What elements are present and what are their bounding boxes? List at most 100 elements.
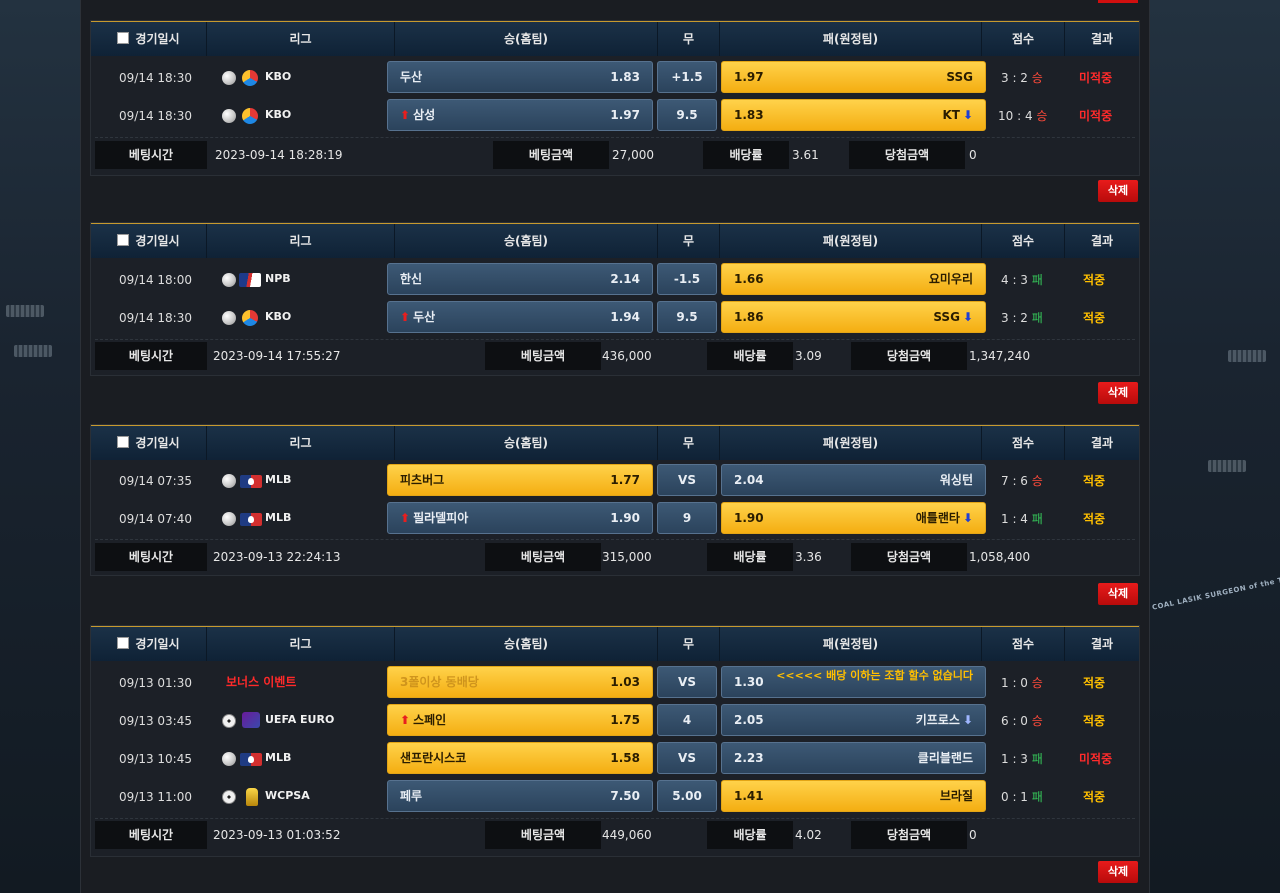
bet-amount-label: 베팅금액 xyxy=(485,342,601,370)
home-odds: 1.58 xyxy=(610,751,640,765)
header-away: 패(원정팀) xyxy=(720,426,982,460)
delete-button[interactable]: 삭제 xyxy=(1098,382,1138,404)
bet-slip: 경기일시 리그 승(홈팀) 무 패(원정팀) 점수 결과 09/13 01:30… xyxy=(90,625,1140,857)
select-all-checkbox[interactable] xyxy=(117,436,130,448)
kbo-logo-icon xyxy=(242,108,258,124)
game-date: 09/13 03:45 xyxy=(119,714,192,728)
home-team: 한신 xyxy=(400,272,423,286)
score: 1 : 4 패 xyxy=(1001,512,1043,526)
divider xyxy=(95,818,1135,820)
win-amount-value: 1,058,400 xyxy=(969,550,1031,564)
baseball-icon xyxy=(222,474,236,488)
draw-bet-button[interactable]: 9.5 xyxy=(657,99,717,131)
delete-button[interactable]: 삭제 xyxy=(1098,583,1138,605)
header-draw: 무 xyxy=(658,224,720,258)
win-amount-label: 당첨금액 xyxy=(851,543,967,571)
league-name: KBO xyxy=(265,310,292,323)
home-odds: 1.75 xyxy=(610,713,640,727)
delete-button-partial[interactable] xyxy=(1098,0,1138,3)
bet-time-value: 2023-09-14 18:28:19 xyxy=(215,148,343,162)
arrow-up-icon: ⬆ xyxy=(400,713,411,727)
draw-bet-button[interactable]: -1.5 xyxy=(657,263,717,295)
bet-amount-label: 베팅금액 xyxy=(493,141,609,169)
bet-slip: 경기일시 리그 승(홈팀) 무 패(원정팀) 점수 결과 09/14 18:30… xyxy=(90,20,1140,176)
home-bet-button[interactable]: 두산 1.83 xyxy=(387,61,653,93)
home-bet-button[interactable]: ⬆ 두산 1.94 xyxy=(387,301,653,333)
draw-bet-button[interactable]: 9 xyxy=(657,502,717,534)
away-bet-button[interactable]: 1.66 요미우리 xyxy=(721,263,986,295)
select-all-checkbox[interactable] xyxy=(117,32,130,44)
win-amount-label: 당첨금액 xyxy=(851,342,967,370)
away-bet-button[interactable]: 2.04 워싱턴 xyxy=(721,464,986,496)
draw-bet-button[interactable]: VS xyxy=(657,666,717,698)
away-odds: 1.41 xyxy=(734,789,764,803)
away-bet-button[interactable]: 1.83 KT ⬇ xyxy=(721,99,986,131)
score-tag: 승 xyxy=(1031,714,1043,728)
right-background xyxy=(1148,0,1280,893)
score-tag: 패 xyxy=(1031,790,1043,804)
score-tag: 승 xyxy=(1036,109,1048,123)
draw-bet-button[interactable]: 9.5 xyxy=(657,301,717,333)
home-team: ⬆ 두산 xyxy=(400,310,436,324)
bet-slip: 경기일시 리그 승(홈팀) 무 패(원정팀) 점수 결과 09/14 07:35… xyxy=(90,424,1140,576)
draw-bet-button[interactable]: +1.5 xyxy=(657,61,717,93)
baseball-icon xyxy=(222,512,236,526)
kbo-logo-icon xyxy=(242,310,258,326)
delete-button[interactable]: 삭제 xyxy=(1098,180,1138,202)
home-bet-button[interactable]: 샌프란시스코 1.58 xyxy=(387,742,653,774)
home-bet-button[interactable]: ⬆ 삼성 1.97 xyxy=(387,99,653,131)
home-bet-button[interactable]: ⬆ 필라델피아 1.90 xyxy=(387,502,653,534)
score-tag: 패 xyxy=(1031,273,1043,287)
arrow-down-icon: ⬇ xyxy=(962,713,973,727)
score-tag: 패 xyxy=(1031,311,1043,325)
home-team: 샌프란시스코 xyxy=(400,751,467,765)
home-team: 페루 xyxy=(400,789,423,803)
score: 4 : 3 패 xyxy=(1001,273,1043,287)
home-bet-button[interactable]: 페루 7.50 xyxy=(387,780,653,812)
draw-bet-button[interactable]: 4 xyxy=(657,704,717,736)
home-team: ⬆ 삼성 xyxy=(400,108,436,122)
league-name: KBO xyxy=(265,108,292,121)
home-bet-button[interactable]: 한신 2.14 xyxy=(387,263,653,295)
bet-time-label: 베팅시간 xyxy=(95,342,207,370)
game-date: 09/14 18:00 xyxy=(119,273,192,287)
draw-bet-button[interactable]: 5.00 xyxy=(657,780,717,812)
draw-bet-button[interactable]: VS xyxy=(657,742,717,774)
away-team: 요미우리 xyxy=(928,272,973,286)
away-team: 브라질 xyxy=(939,789,973,803)
bet-amount-value: 449,060 xyxy=(602,828,652,842)
select-all-checkbox[interactable] xyxy=(117,234,130,246)
header-league: 리그 xyxy=(207,22,395,56)
bet-summary: 베팅시간 2023-09-13 01:03:52 베팅금액 449,060 배당… xyxy=(95,821,1135,849)
game-date: 09/14 18:30 xyxy=(119,311,192,325)
away-bet-button[interactable]: 1.86 SSG ⬇ xyxy=(721,301,986,333)
home-bet-button[interactable]: ⬆ 스페인 1.75 xyxy=(387,704,653,736)
header-score: 점수 xyxy=(982,22,1065,56)
away-bet-button[interactable]: 1.90 애틀랜타 ⬇ xyxy=(721,502,986,534)
draw-value: 5.00 xyxy=(672,789,702,803)
result-status: 적중 xyxy=(1083,311,1106,325)
draw-bet-button[interactable]: VS xyxy=(657,464,717,496)
away-bet-button[interactable]: 1.41 브라질 xyxy=(721,780,986,812)
delete-button[interactable]: 삭제 xyxy=(1098,861,1138,883)
header-draw: 무 xyxy=(658,627,720,661)
home-bet-button[interactable]: 피츠버그 1.77 xyxy=(387,464,653,496)
header-away: 패(원정팀) xyxy=(720,22,982,56)
away-bet-button[interactable]: 1.30 <<<<< 배당 이하는 조합 할수 없습니다 xyxy=(721,666,986,698)
draw-value: +1.5 xyxy=(671,70,703,84)
baseball-icon xyxy=(222,311,236,325)
game-date: 09/14 18:30 xyxy=(119,109,192,123)
away-odds: 1.90 xyxy=(734,511,764,525)
bet-summary: 베팅시간 2023-09-13 22:24:13 베팅금액 315,000 배당… xyxy=(95,543,1135,571)
bet-time-label: 베팅시간 xyxy=(95,543,207,571)
away-bet-button[interactable]: 1.97 SSG xyxy=(721,61,986,93)
score-tag: 패 xyxy=(1031,512,1043,526)
header-league: 리그 xyxy=(207,224,395,258)
arrow-down-icon: ⬇ xyxy=(962,108,973,122)
score-tag: 패 xyxy=(1031,752,1043,766)
away-bet-button[interactable]: 2.23 클리블랜드 xyxy=(721,742,986,774)
away-bet-button[interactable]: 2.05 키프로스 ⬇ xyxy=(721,704,986,736)
home-bet-button[interactable]: 3폴이상 동배당 1.03 xyxy=(387,666,653,698)
bet-time-value: 2023-09-13 22:24:13 xyxy=(213,550,341,564)
select-all-checkbox[interactable] xyxy=(117,637,130,649)
